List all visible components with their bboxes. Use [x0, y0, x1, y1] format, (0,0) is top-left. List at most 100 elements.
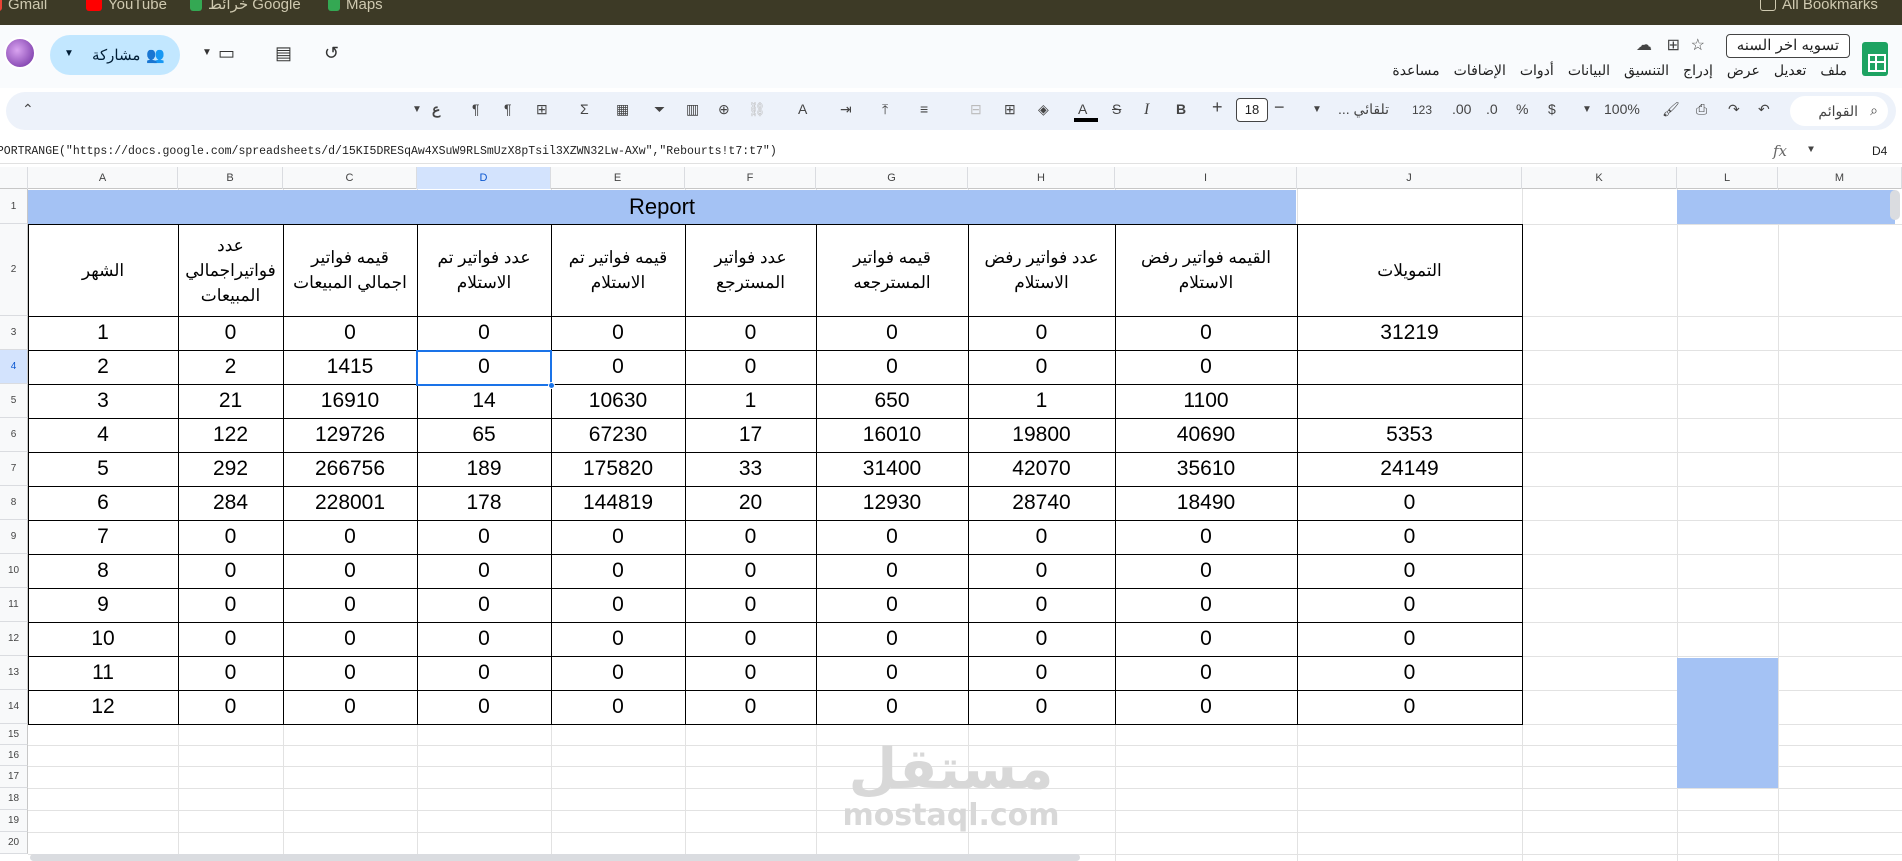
row-header-13[interactable]: 13 — [0, 656, 28, 690]
cloud-status-icon[interactable]: ☁ — [1636, 35, 1652, 55]
table-cell[interactable]: 0 — [417, 622, 551, 656]
undo-icon[interactable]: ↶ — [1758, 101, 1770, 118]
table-cell[interactable]: 0 — [283, 554, 417, 588]
menu-item-1[interactable]: تعديل — [1774, 62, 1807, 79]
table-cell[interactable]: 0 — [685, 554, 816, 588]
video-call-icon[interactable]: ▭ — [218, 43, 235, 64]
table-cell[interactable]: 0 — [968, 350, 1115, 384]
table-cell[interactable]: 1 — [28, 316, 178, 350]
row-header-4[interactable]: 4 — [0, 350, 28, 384]
row-header-14[interactable]: 14 — [0, 690, 28, 724]
merge-cells-icon[interactable]: ⊟ — [970, 101, 982, 118]
table-cell[interactable]: 0 — [685, 316, 816, 350]
name-box[interactable]: D4 — [1872, 144, 1887, 158]
table-cell[interactable]: 0 — [283, 316, 417, 350]
header-cell[interactable]: عدد فواتير رفض الاستلام — [968, 224, 1115, 316]
table-cell[interactable]: 0 — [1297, 486, 1522, 520]
table-cell[interactable]: 24149 — [1297, 452, 1522, 486]
table-cell[interactable]: 28740 — [968, 486, 1115, 520]
star-icon[interactable]: ☆ — [1691, 35, 1705, 55]
table-cell[interactable]: 1 — [968, 384, 1115, 418]
column-header-a[interactable]: A — [28, 167, 178, 189]
vertical-scrollbar[interactable] — [1890, 190, 1900, 220]
table-cell[interactable]: 20 — [685, 486, 816, 520]
table-cell[interactable]: 0 — [417, 690, 551, 724]
row-header-9[interactable]: 9 — [0, 520, 28, 554]
selected-cell-d4[interactable] — [416, 350, 552, 386]
table-cell[interactable]: 8 — [28, 554, 178, 588]
table-cell[interactable]: 0 — [685, 588, 816, 622]
table-cell[interactable]: 0 — [1297, 588, 1522, 622]
table-cell[interactable]: 650 — [816, 384, 968, 418]
table-cell[interactable]: 4 — [28, 418, 178, 452]
table-cell[interactable]: 0 — [417, 520, 551, 554]
row-header-20[interactable]: 20 — [0, 832, 28, 854]
bookmark-gmail[interactable]: Gmail — [0, 0, 47, 14]
table-cell[interactable]: 0 — [968, 588, 1115, 622]
row-header-2[interactable]: 2 — [0, 224, 28, 316]
table-cell[interactable]: 10 — [28, 622, 178, 656]
row-header-18[interactable]: 18 — [0, 788, 28, 810]
table-cell[interactable]: 7 — [28, 520, 178, 554]
table-cell[interactable]: 0 — [1115, 520, 1297, 554]
table-cell[interactable]: 42070 — [968, 452, 1115, 486]
row-header-1[interactable]: 1 — [0, 189, 28, 224]
table-cell[interactable]: 129726 — [283, 418, 417, 452]
table-cell[interactable]: 0 — [968, 316, 1115, 350]
select-all-corner[interactable] — [0, 167, 28, 189]
header-cell[interactable]: عدد فواتير تم الاستلام — [417, 224, 551, 316]
insert-chart-icon[interactable]: ▥ — [686, 101, 699, 118]
table-cell[interactable]: 0 — [178, 588, 283, 622]
table-cell[interactable]: 0 — [417, 588, 551, 622]
table-cell[interactable]: 144819 — [551, 486, 685, 520]
table-cell[interactable]: 40690 — [1115, 418, 1297, 452]
row-header-6[interactable]: 6 — [0, 418, 28, 452]
table-cell[interactable]: 0 — [1297, 554, 1522, 588]
table-cell[interactable]: 0 — [178, 622, 283, 656]
currency-format-button[interactable]: $ — [1548, 101, 1556, 117]
header-cell[interactable]: القيمه فواتير رفض الاستلام — [1115, 224, 1297, 316]
table-cell[interactable]: 178 — [417, 486, 551, 520]
table-cell[interactable]: 0 — [283, 656, 417, 690]
bookmark-maps[interactable]: Maps — [328, 0, 383, 14]
menu-item-2[interactable]: عرض — [1727, 62, 1760, 79]
table-cell[interactable]: 2 — [178, 350, 283, 384]
table-cell[interactable]: 0 — [816, 316, 968, 350]
formula-input[interactable]: MPORTRANGE("https://docs.google.com/spre… — [0, 145, 777, 158]
table-cell[interactable]: 11 — [28, 656, 178, 690]
ltr-paragraph-icon[interactable]: ¶ — [472, 101, 480, 117]
insert-comment-icon[interactable]: ⊕ — [718, 101, 730, 118]
table-cell[interactable]: 0 — [816, 554, 968, 588]
rtl-paragraph-icon[interactable]: ¶ — [504, 101, 512, 117]
horizontal-align-icon[interactable]: ≡ — [920, 101, 928, 117]
borders-icon[interactable]: ⊞ — [1004, 101, 1016, 118]
table-cell[interactable]: 0 — [1115, 588, 1297, 622]
user-avatar[interactable] — [4, 37, 36, 69]
table-cell[interactable] — [1297, 384, 1522, 418]
row-header-8[interactable]: 8 — [0, 486, 28, 520]
table-cell[interactable]: 0 — [178, 520, 283, 554]
bookmark-all-bookmarks[interactable]: All Bookmarks — [1760, 0, 1878, 14]
row-header-3[interactable]: 3 — [0, 316, 28, 350]
column-header-f[interactable]: F — [685, 167, 816, 189]
rtl-table-icon[interactable]: ⊞ — [536, 101, 548, 118]
italic-button[interactable]: I — [1144, 101, 1149, 119]
chevron-down-icon[interactable]: ▼ — [412, 104, 422, 115]
table-cell[interactable]: 0 — [551, 588, 685, 622]
table-cell[interactable]: 189 — [417, 452, 551, 486]
table-cell[interactable]: 35610 — [1115, 452, 1297, 486]
vertical-align-icon[interactable]: ⤒ — [882, 101, 888, 118]
table-cell[interactable]: 0 — [1115, 656, 1297, 690]
menu-search[interactable]: ⌕ القوائم — [1790, 96, 1888, 126]
decrease-decimal-button[interactable]: .0 — [1486, 101, 1498, 117]
table-cell[interactable]: 0 — [968, 690, 1115, 724]
header-cell[interactable]: عدد فواتيراجمالي المبيعات — [178, 224, 283, 316]
table-cell[interactable]: 0 — [178, 316, 283, 350]
table-cell[interactable]: 0 — [1115, 554, 1297, 588]
table-cell[interactable]: 0 — [1297, 690, 1522, 724]
table-cell[interactable]: 0 — [816, 622, 968, 656]
table-cell[interactable]: 0 — [685, 690, 816, 724]
input-tools-icon[interactable]: ع — [432, 101, 440, 118]
table-cell[interactable]: 5353 — [1297, 418, 1522, 452]
table-cell[interactable]: 0 — [551, 350, 685, 384]
